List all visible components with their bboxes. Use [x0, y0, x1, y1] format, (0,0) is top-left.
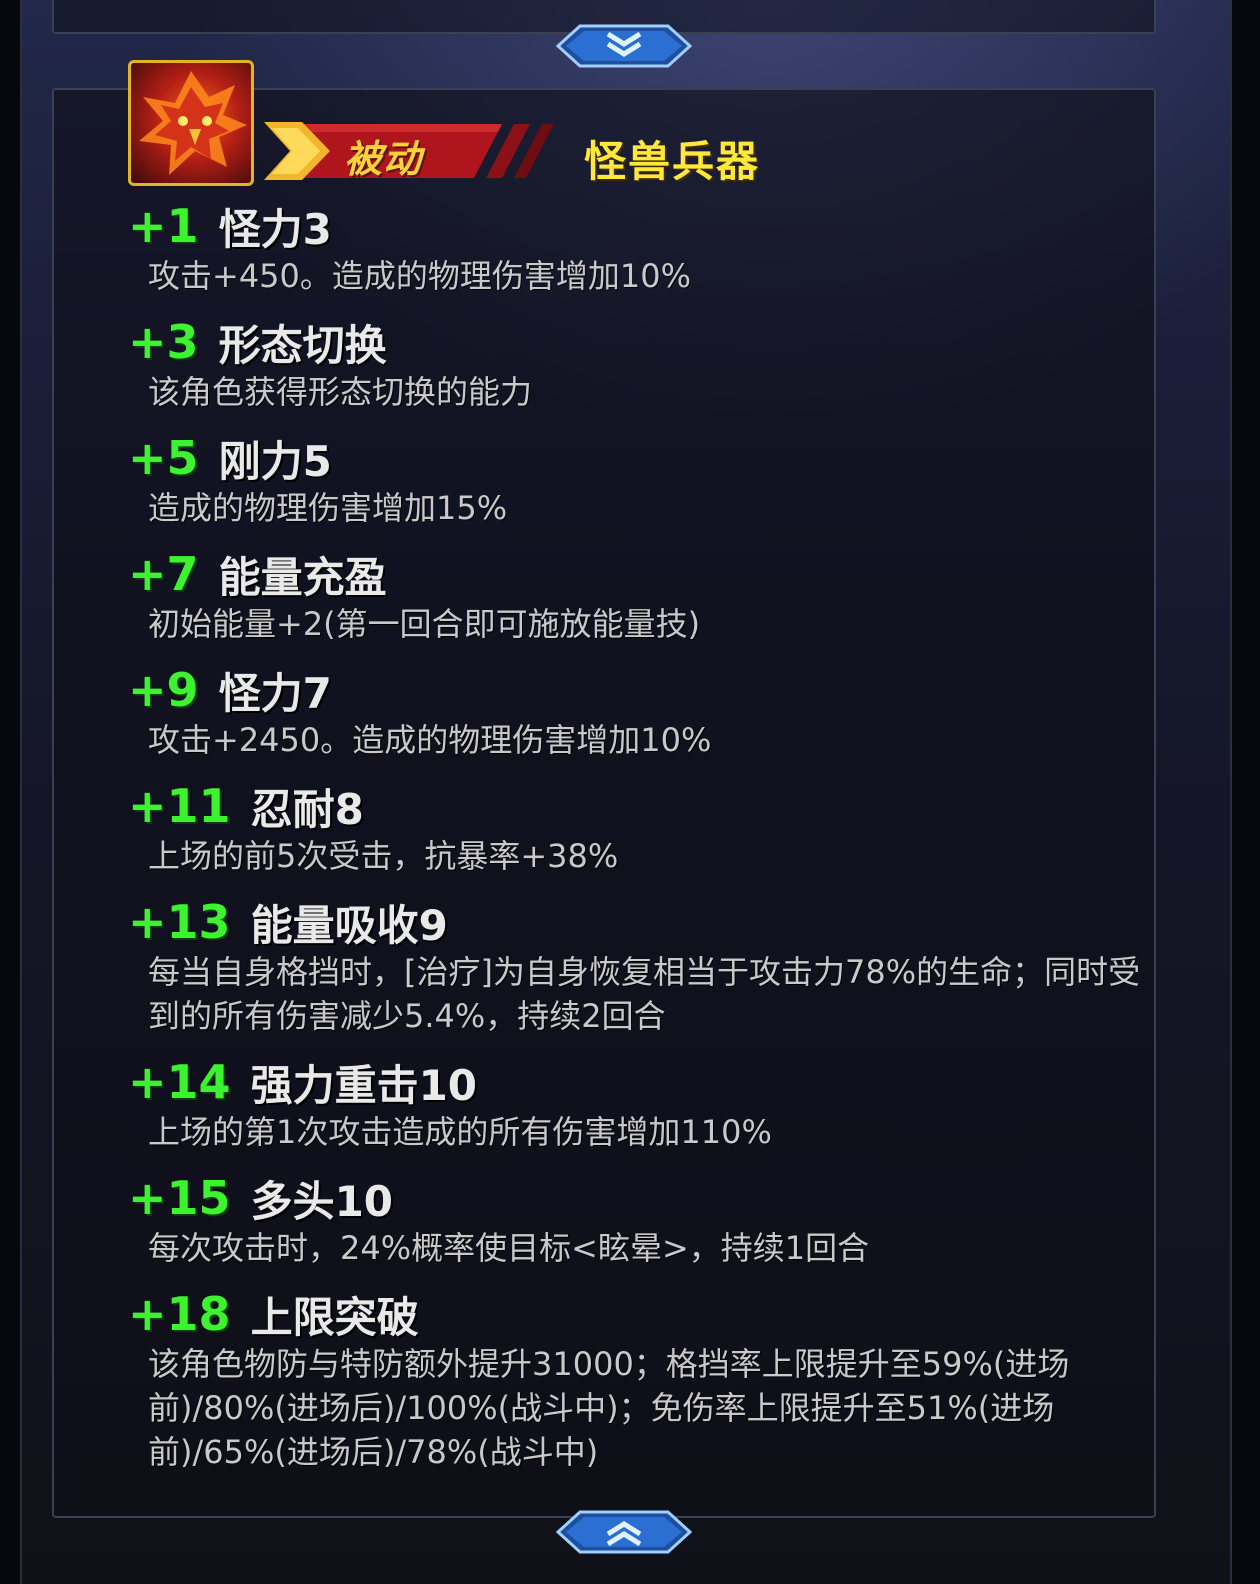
skill-name: 能量充盈: [218, 552, 387, 602]
skill-item: +14 强力重击10 上场的第1次攻击造成的所有伤害增加110%: [128, 1054, 1148, 1154]
skill-name: 能量吸收9: [250, 900, 448, 950]
skill-level: +13: [128, 895, 231, 949]
skill-level: +3: [128, 315, 199, 369]
skill-name: 怪力3: [218, 204, 332, 254]
skill-level: +9: [128, 663, 199, 717]
skill-description: 每当自身格挡时，[治疗]为自身恢复相当于攻击力78%的生命；同时受到的所有伤害减…: [148, 953, 1141, 1035]
skill-item: +15 多头10 每次攻击时，24%概率使目标<眩晕>，持续1回合: [128, 1170, 1148, 1270]
skill-description: 该角色获得形态切换的能力: [148, 373, 533, 411]
skill-level: +11: [128, 779, 231, 833]
skill-level: +15: [128, 1171, 231, 1225]
skill-item: +5 刚力5 造成的物理伤害增加15%: [128, 430, 1148, 530]
skill-description: 造成的物理伤害增加15%: [148, 489, 508, 527]
skill-description: 上场的前5次受击，抗暴率+38%: [148, 837, 619, 875]
skill-name: 上限突破: [250, 1292, 419, 1342]
skill-description: 该角色物防与特防额外提升31000；格挡率上限提升至59%(进场前)/80%(进…: [148, 1345, 1070, 1471]
skill-item: +3 形态切换 该角色获得形态切换的能力: [128, 314, 1148, 414]
weapon-title: 怪兽兵器: [584, 137, 761, 186]
double-chevron-up-icon: [555, 1510, 693, 1554]
skill-level: +18: [128, 1287, 231, 1341]
skill-item: +11 忍耐8 上场的前5次受击，抗暴率+38%: [128, 778, 1148, 878]
skill-name: 刚力5: [218, 436, 332, 486]
skill-name: 忍耐8: [250, 784, 364, 834]
skill-level: +5: [128, 431, 199, 485]
skill-name: 形态切换: [218, 320, 387, 370]
skill-level: +1: [128, 199, 199, 253]
skill-description: 每次攻击时，24%概率使目标<眩晕>，持续1回合: [148, 1229, 870, 1267]
expand-down-button[interactable]: [554, 1510, 694, 1554]
skill-item: +1 怪力3 攻击+450。造成的物理伤害增加10%: [128, 198, 1148, 298]
skill-description: 上场的第1次攻击造成的所有伤害增加110%: [148, 1113, 772, 1151]
skill-item: +18 上限突破 该角色物防与特防额外提升31000；格挡率上限提升至59%(进…: [128, 1286, 1148, 1474]
hero-avatar[interactable]: [128, 60, 254, 186]
skill-item: +13 能量吸收9 每当自身格挡时，[治疗]为自身恢复相当于攻击力78%的生命；…: [128, 894, 1148, 1038]
passive-label: 被动: [344, 137, 423, 181]
skill-item: +9 怪力7 攻击+2450。造成的物理伤害增加10%: [128, 662, 1148, 762]
skill-description: 攻击+450。造成的物理伤害增加10%: [148, 257, 692, 295]
phoenix-hero-avatar: [139, 71, 247, 175]
skill-item: +7 能量充盈 初始能量+2(第一回合即可施放能量技): [128, 546, 1148, 646]
skill-level: +14: [128, 1055, 231, 1109]
collapse-up-button[interactable]: [554, 24, 694, 68]
skill-description: 初始能量+2(第一回合即可施放能量技): [148, 605, 701, 643]
skill-name: 多头10: [250, 1176, 394, 1226]
skill-name: 怪力7: [218, 668, 332, 718]
skill-description: 攻击+2450。造成的物理伤害增加10%: [148, 721, 712, 759]
skill-name: 强力重击10: [250, 1060, 478, 1110]
skill-level: +7: [128, 547, 199, 601]
skill-list: +1 怪力3 攻击+450。造成的物理伤害增加10% +3 形态切换 该角色获得…: [128, 198, 1148, 1490]
double-chevron-down-icon: [555, 24, 693, 68]
